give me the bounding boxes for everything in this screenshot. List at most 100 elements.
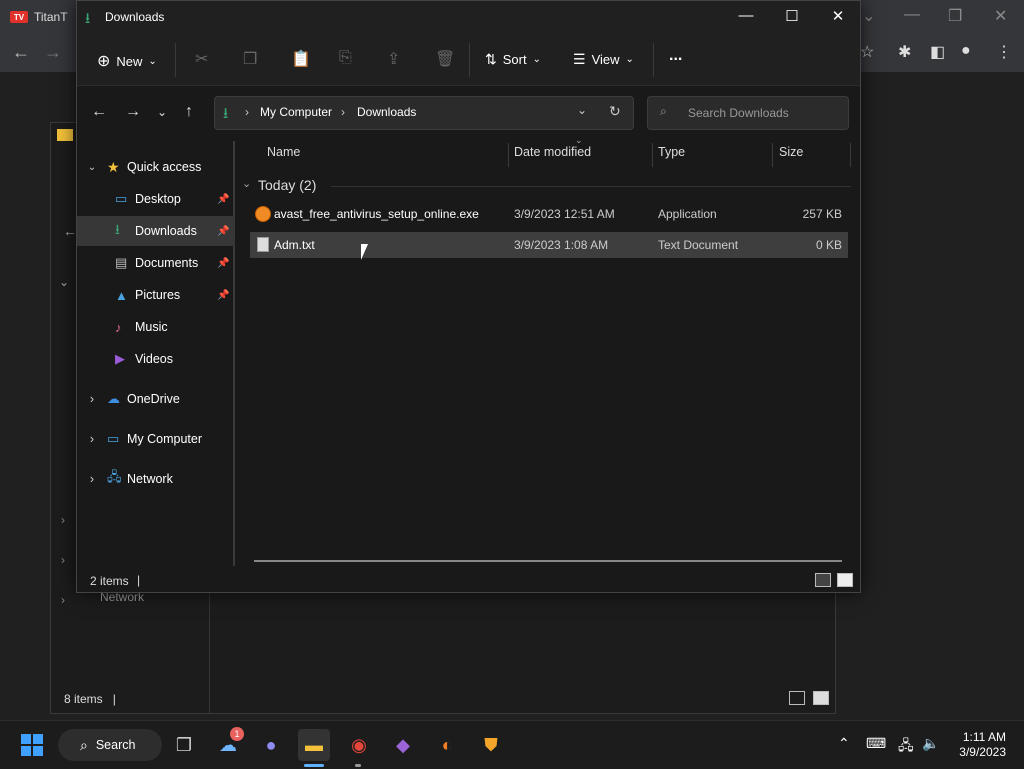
running-app-indicator bbox=[355, 764, 361, 767]
chevron-up-icon[interactable]: ⌃ bbox=[838, 735, 850, 752]
sidebar-item-pictures[interactable]: ▲ Pictures 📌 bbox=[77, 280, 235, 310]
column-header-date[interactable]: Date modified bbox=[514, 145, 591, 159]
clock[interactable]: 1:11 AM 3/9/2023 bbox=[959, 730, 1006, 760]
sidebar-item-onedrive[interactable]: › ☁ OneDrive bbox=[77, 384, 235, 414]
pin-icon[interactable]: 📌 bbox=[217, 194, 235, 205]
forward-icon[interactable]: → bbox=[44, 42, 62, 63]
sidebar-quick-access[interactable]: ⌄ ★ Quick access bbox=[77, 152, 235, 182]
details-view-icon[interactable] bbox=[815, 573, 831, 587]
column-header-size[interactable]: Size bbox=[779, 145, 803, 159]
more-options-button[interactable]: ... bbox=[669, 47, 682, 65]
start-button[interactable] bbox=[16, 729, 48, 761]
search-box[interactable]: ⌕ Search Downloads bbox=[647, 96, 849, 130]
breadcrumb-my-computer[interactable]: My Computer bbox=[260, 105, 332, 119]
sidebar-item-documents[interactable]: ▤ Documents 📌 bbox=[77, 248, 235, 278]
chrome-icon[interactable]: ◉ bbox=[343, 729, 375, 761]
file-explorer-icon[interactable]: ▬ bbox=[298, 729, 330, 761]
text-file-icon bbox=[257, 237, 269, 252]
side-panel-icon[interactable]: ◧ bbox=[930, 42, 945, 62]
sidebar-item-music[interactable]: ♪ Music bbox=[77, 312, 235, 342]
chat-icon[interactable]: ● bbox=[255, 729, 287, 761]
sidebar-item-videos[interactable]: ▶ Videos bbox=[77, 344, 235, 374]
profile-icon[interactable]: ● bbox=[961, 42, 971, 60]
status-bar: 2 items | bbox=[77, 568, 860, 592]
sidebar-item-label: Music bbox=[135, 320, 168, 334]
chevron-right-icon[interactable]: › bbox=[61, 513, 65, 527]
delete-icon[interactable]: 🗑 bbox=[435, 49, 455, 69]
sidebar-item-downloads[interactable]: ⭳ Downloads 📌 bbox=[77, 216, 235, 246]
thumbnail-view-icon[interactable] bbox=[813, 691, 829, 705]
new-button[interactable]: ⊕ New ⌄ bbox=[97, 51, 157, 71]
windows-logo-icon bbox=[21, 734, 43, 756]
sidebar-item-label: OneDrive bbox=[127, 392, 180, 406]
minimize-button[interactable]: — bbox=[723, 7, 769, 24]
bookmark-star-icon[interactable]: ☆ bbox=[860, 42, 874, 62]
group-collapse-chevron-icon[interactable]: ⌄ bbox=[242, 177, 251, 190]
close-icon[interactable]: ✕ bbox=[994, 6, 1007, 26]
column-header-name[interactable]: Name bbox=[267, 145, 300, 159]
up-icon[interactable]: ↑ bbox=[185, 103, 193, 121]
sidebar-item-label: Documents bbox=[135, 256, 199, 270]
restore-icon[interactable]: ❐ bbox=[948, 6, 962, 26]
minimize-icon[interactable]: — bbox=[904, 6, 920, 24]
sidebar-item-label: Network bbox=[127, 472, 173, 486]
browser-tab[interactable]: TV TitanT bbox=[10, 6, 76, 28]
maximize-button[interactable]: ☐ bbox=[769, 7, 815, 25]
network-icon[interactable]: 🖧 bbox=[898, 735, 914, 759]
column-divider[interactable] bbox=[772, 143, 773, 167]
back-icon[interactable]: ← bbox=[12, 42, 30, 63]
address-bar[interactable]: ⭳ › My Computer › Downloads ⌄ ↻ bbox=[214, 96, 634, 130]
task-view-icon[interactable]: ❐ bbox=[168, 729, 200, 761]
thumbnail-view-icon[interactable] bbox=[837, 573, 853, 587]
search-icon: ⌕ bbox=[80, 736, 88, 753]
chevron-right-icon[interactable]: › bbox=[61, 593, 65, 607]
copy-icon[interactable]: ❐ bbox=[243, 49, 257, 69]
cut-icon[interactable]: ✂ bbox=[195, 49, 208, 69]
keyboard-icon[interactable]: ⌨ bbox=[866, 735, 886, 752]
volume-icon[interactable]: 🔈 bbox=[922, 735, 939, 752]
chevron-right-icon[interactable]: › bbox=[61, 553, 65, 567]
breadcrumb-downloads[interactable]: Downloads bbox=[357, 105, 416, 119]
sidebar-item-network[interactable]: › 🖧 Network bbox=[77, 464, 235, 494]
sidebar-item-desktop[interactable]: ▭ Desktop 📌 bbox=[77, 184, 235, 214]
widgets-icon[interactable]: ☁ 1 bbox=[212, 727, 244, 761]
paste-icon[interactable]: 📋 bbox=[291, 49, 311, 69]
column-divider[interactable] bbox=[850, 143, 851, 167]
details-view-icon[interactable] bbox=[789, 691, 805, 705]
file-size: 0 KB bbox=[815, 238, 842, 252]
visual-studio-icon[interactable]: ◆ bbox=[387, 729, 419, 761]
view-button[interactable]: ☰ View ⌄ bbox=[573, 51, 634, 68]
computer-icon: ▭ bbox=[107, 431, 120, 446]
window-title: Downloads bbox=[105, 10, 165, 24]
back-icon[interactable]: ← bbox=[91, 103, 107, 121]
address-dropdown-icon[interactable]: ⌄ bbox=[577, 103, 587, 117]
refresh-icon[interactable]: ↻ bbox=[609, 103, 621, 120]
avast-icon[interactable]: ◐ bbox=[431, 729, 463, 761]
forward-icon[interactable]: → bbox=[125, 103, 141, 121]
menu-icon[interactable]: ⋮ bbox=[996, 42, 1012, 62]
back-icon[interactable]: ← bbox=[63, 223, 77, 239]
shield-icon[interactable]: ⛊ bbox=[475, 729, 507, 761]
sidebar-item-my-computer[interactable]: › ▭ My Computer bbox=[77, 424, 235, 454]
pin-icon[interactable]: 📌 bbox=[217, 258, 235, 269]
column-divider[interactable] bbox=[508, 143, 509, 167]
sort-button[interactable]: ⇅ Sort ⌄ bbox=[485, 51, 541, 68]
rename-icon[interactable]: ⎘ bbox=[339, 49, 352, 67]
taskbar-search[interactable]: ⌕ Search bbox=[58, 729, 162, 761]
extensions-icon[interactable]: ✱ bbox=[898, 42, 911, 62]
file-row[interactable]: avast_free_antivirus_setup_online.exe 3/… bbox=[250, 201, 848, 227]
close-button[interactable]: ✕ bbox=[815, 7, 861, 25]
pin-icon[interactable]: 📌 bbox=[217, 226, 235, 237]
file-row-selected[interactable]: Adm.txt 3/9/2023 1:08 AM Text Document 0… bbox=[250, 232, 848, 258]
pin-icon[interactable]: 📌 bbox=[217, 290, 235, 301]
horizontal-scrollbar[interactable] bbox=[254, 560, 842, 562]
column-header-type[interactable]: Type bbox=[658, 145, 685, 159]
group-header-today[interactable]: Today (2) bbox=[258, 177, 316, 193]
chevron-down-icon[interactable]: ⌄ bbox=[59, 275, 69, 289]
view-label: View bbox=[591, 52, 620, 67]
column-divider[interactable] bbox=[652, 143, 653, 167]
chevron-down-icon[interactable]: ⌄ bbox=[862, 6, 875, 26]
recent-locations-chevron-icon[interactable]: ⌄ bbox=[157, 105, 167, 119]
share-icon[interactable]: ⇪ bbox=[387, 49, 400, 69]
music-icon: ♪ bbox=[115, 319, 122, 335]
